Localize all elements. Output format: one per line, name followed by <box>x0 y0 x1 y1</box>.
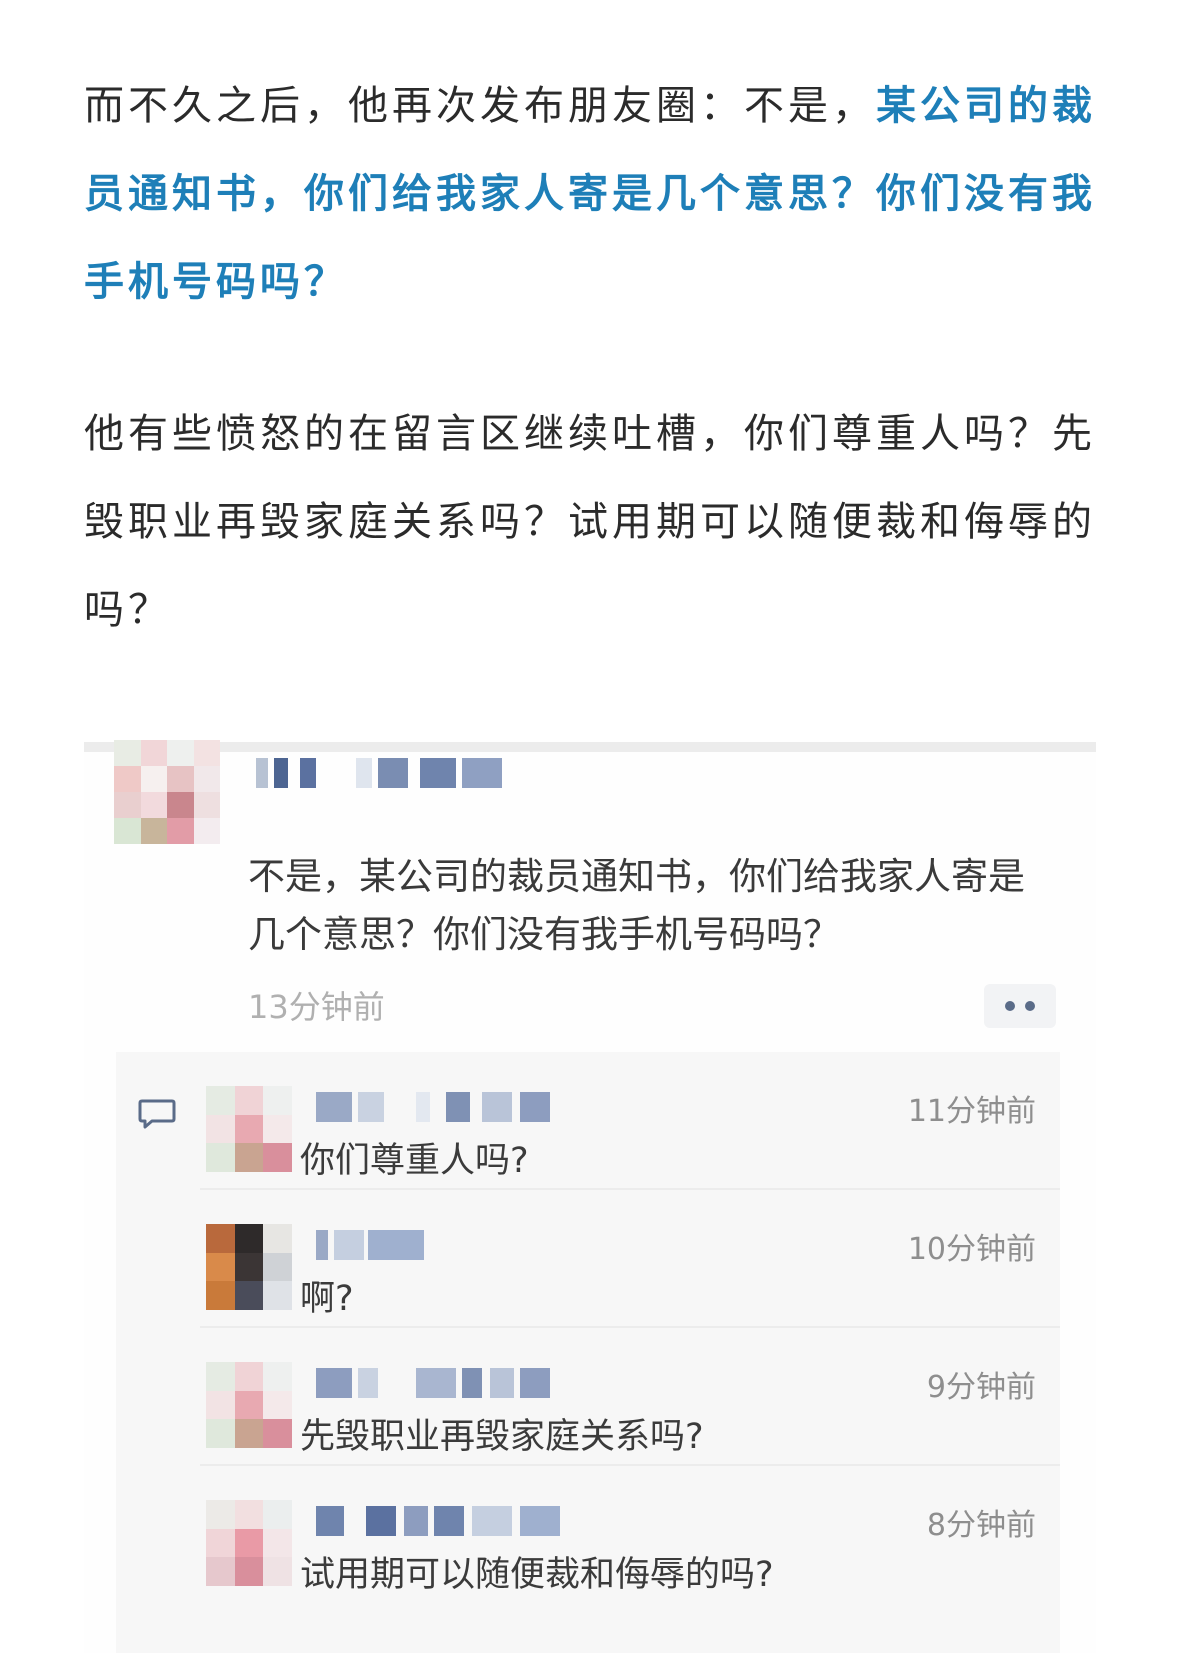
comment-text: 啊? <box>300 1279 354 1319</box>
comment-text: 试用期可以随便裁和侮辱的吗? <box>300 1555 774 1595</box>
comment-item[interactable]: 你们尊重人吗? 11分钟前 <box>116 1052 1060 1190</box>
comment-time: 11分钟前 <box>907 1094 1036 1129</box>
commenter-avatar[interactable] <box>206 1362 292 1448</box>
comment-text: 先毁职业再毁家庭关系吗? <box>300 1417 704 1457</box>
comment-time: 8分钟前 <box>926 1508 1036 1543</box>
comment-section: 你们尊重人吗? 11分钟前 啊? 10分钟前 先毁职业再毁家庭关系吗? 9分钟前… <box>116 1052 1060 1653</box>
post-text: 不是，某公司的裁员通知书，你们给我家人寄是几个意思？你们没有我手机号码吗？ <box>248 855 1025 956</box>
comment-text: 你们尊重人吗? <box>300 1141 529 1181</box>
article-paragraph-1: 而不久之后，他再次发布朋友圈：不是，某公司的裁员通知书，你们给我家人寄是几个意思… <box>84 62 1096 326</box>
post-time: 13分钟前 <box>248 988 385 1026</box>
dot <box>1025 1001 1035 1011</box>
paragraph-plain-text: 而不久之后，他再次发布朋友圈：不是， <box>84 83 876 129</box>
commenter-name-blurred <box>306 1506 586 1536</box>
comment-item[interactable]: 试用期可以随便裁和侮辱的吗? 8分钟前 <box>116 1466 1060 1604</box>
poster-name-blurred <box>248 758 528 788</box>
dot <box>1005 1001 1015 1011</box>
more-dots-icon[interactable] <box>984 984 1056 1028</box>
commenter-name-blurred <box>306 1368 566 1398</box>
article-body: 而不久之后，他再次发布朋友圈：不是，某公司的裁员通知书，你们给我家人寄是几个意思… <box>84 62 1096 654</box>
commenter-avatar[interactable] <box>206 1500 292 1586</box>
moments-screenshot: 不是，某公司的裁员通知书，你们给我家人寄是几个意思？你们没有我手机号码吗？ 13… <box>84 740 1096 1653</box>
commenter-name-blurred <box>306 1092 566 1122</box>
article-paragraph-2: 他有些愤怒的在留言区继续吐槽，你们尊重人吗？先毁职业再毁家庭关系吗？试用期可以随… <box>84 411 1096 633</box>
commenter-avatar[interactable] <box>206 1224 292 1310</box>
comment-item[interactable]: 先毁职业再毁家庭关系吗? 9分钟前 <box>116 1328 1060 1466</box>
poster-avatar[interactable] <box>114 740 220 844</box>
comment-item[interactable]: 啊? 10分钟前 <box>116 1190 1060 1328</box>
comment-time: 9分钟前 <box>926 1370 1036 1405</box>
comment-time: 10分钟前 <box>907 1232 1036 1267</box>
commenter-name-blurred <box>306 1230 446 1260</box>
section-divider <box>84 742 1096 752</box>
commenter-avatar[interactable] <box>206 1086 292 1172</box>
